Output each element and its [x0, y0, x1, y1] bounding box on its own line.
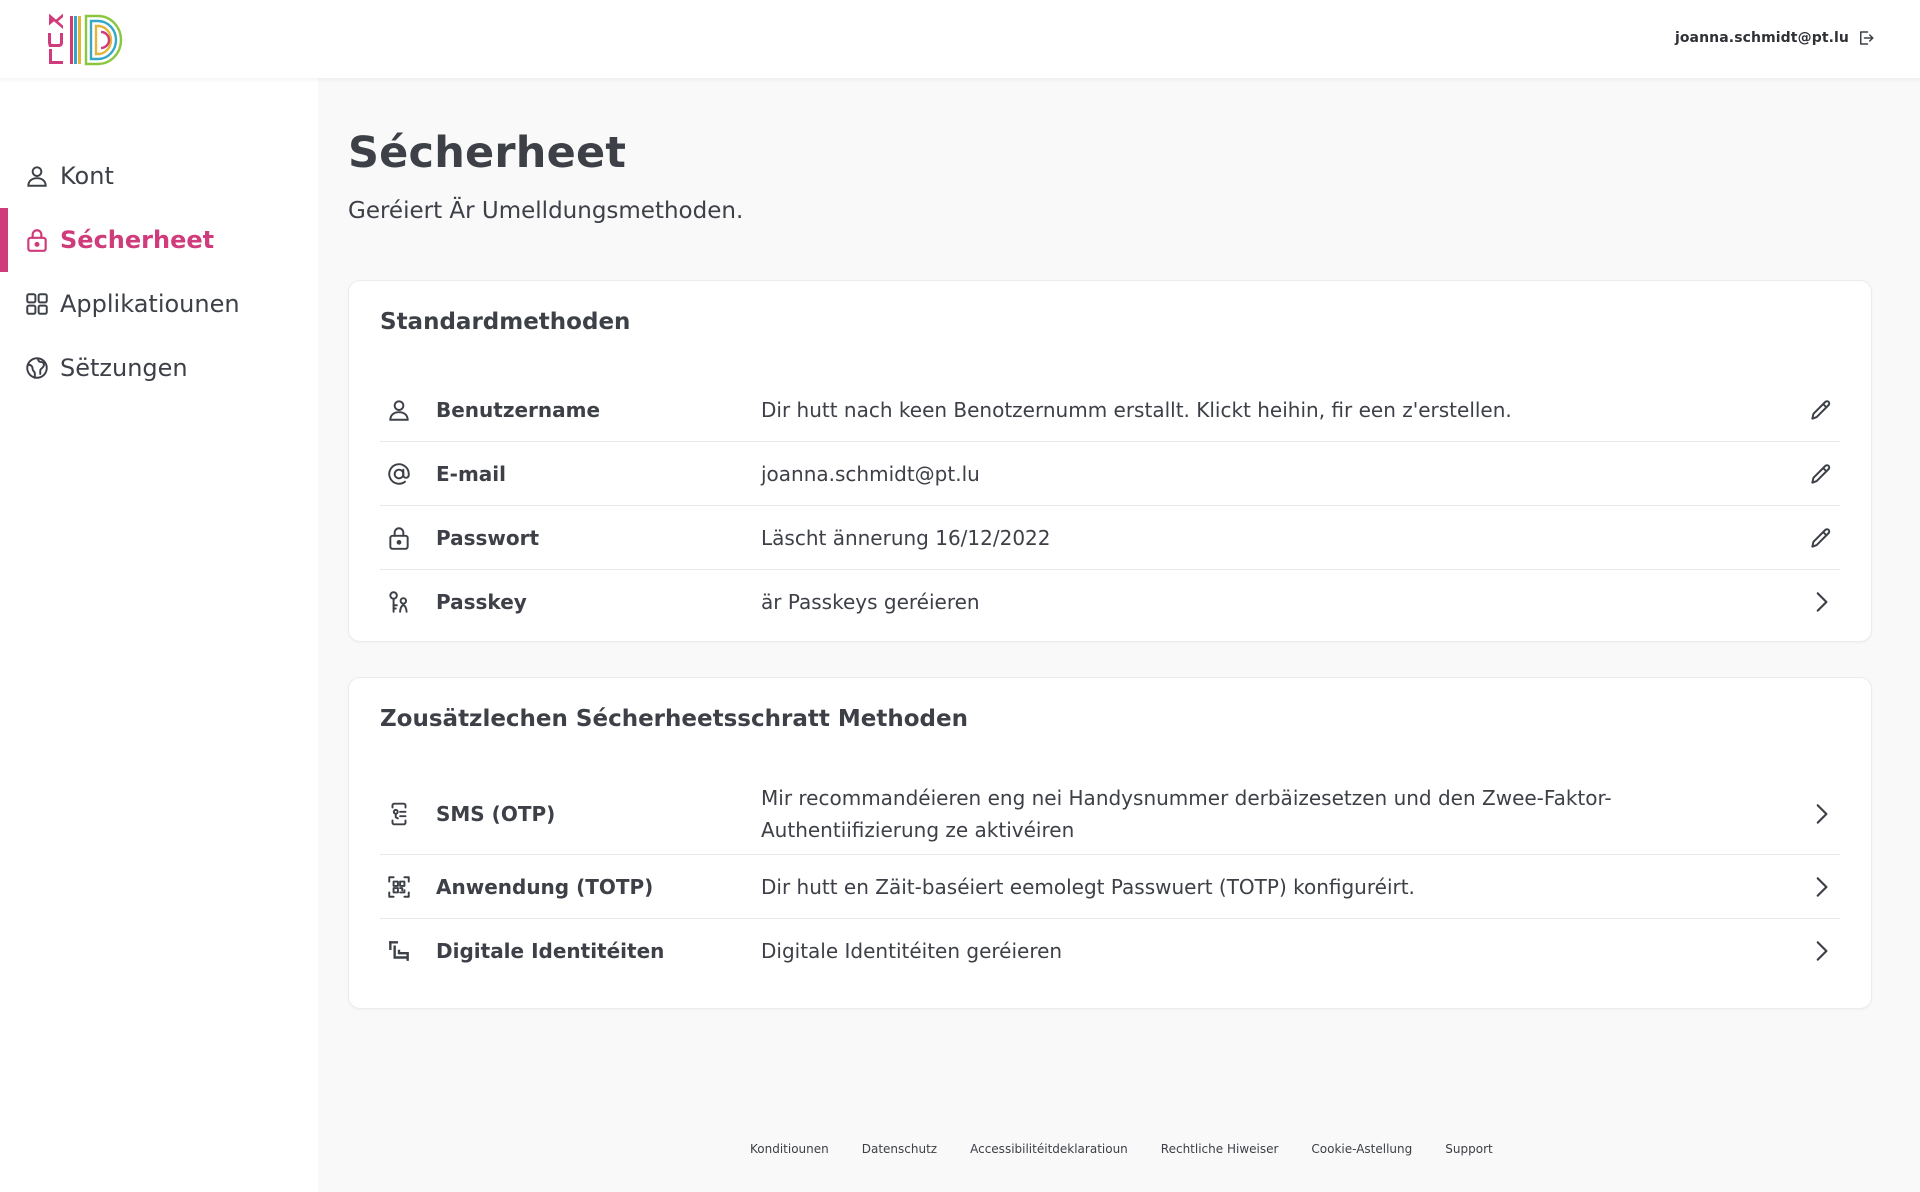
- globe-icon: [24, 355, 50, 381]
- method-label: Benutzername: [436, 397, 601, 422]
- method-row-email[interactable]: E-mail joanna.schmidt@pt.lu: [380, 442, 1840, 506]
- method-label: E-mail: [436, 461, 507, 486]
- method-label: Passwort: [436, 525, 540, 550]
- method-value: Dir hutt en Zäit-baséiert eemolegt Passw…: [761, 874, 1415, 899]
- passkey-icon: [386, 589, 412, 615]
- grid-icon: [24, 291, 50, 317]
- chevron-right-icon[interactable]: [1806, 587, 1836, 617]
- method-label: Passkey: [436, 589, 527, 614]
- method-value: Läscht ännerung 16/12/2022: [761, 525, 1051, 550]
- top-header: joanna.schmidt@pt.lu: [0, 0, 1920, 78]
- method-row-password[interactable]: Passwort Läscht ännerung 16/12/2022: [380, 506, 1840, 570]
- method-value: Dir hutt nach keen Benotzernumm erstallt…: [761, 397, 1512, 422]
- chevron-right-icon[interactable]: [1806, 872, 1836, 902]
- lock-icon: [386, 525, 412, 551]
- sidebar-item-setzungen[interactable]: Sëtzungen: [0, 336, 318, 400]
- sidebar-item-kont[interactable]: Kont: [0, 144, 318, 208]
- footer-link-accessibility[interactable]: Accessibilitéitdeklaratioun: [970, 1142, 1128, 1156]
- footer-link-support[interactable]: Support: [1445, 1142, 1492, 1156]
- method-value: joanna.schmidt@pt.lu: [761, 461, 980, 486]
- method-value: Digitale Identitéiten geréieren: [761, 938, 1063, 963]
- page-subtitle: Geréiert Är Umelldungsmethoden.: [348, 198, 744, 224]
- sidebar-item-applikatiounen[interactable]: Applikatiounen: [0, 272, 318, 336]
- sidebar-item-label: Kont: [60, 162, 114, 190]
- footer-link-konditiounen[interactable]: Konditiounen: [750, 1142, 829, 1156]
- sidebar-nav: Kont Sécherheet Applikatiounen Sëtzungen: [0, 144, 318, 400]
- additional-methods-card: Zousätzlechen Sécherheetsschratt Methode…: [348, 677, 1872, 1009]
- method-value: är Passkeys geréieren: [761, 589, 980, 614]
- digital-id-icon: [386, 938, 412, 964]
- edit-icon[interactable]: [1806, 459, 1836, 489]
- footer-link-legal[interactable]: Rechtliche Hiweiser: [1161, 1142, 1279, 1156]
- method-row-passkey[interactable]: Passkey är Passkeys geréieren: [380, 570, 1840, 633]
- method-value: Mir recommandéieren eng nei Handysnummer…: [761, 786, 1612, 842]
- footer-links: Konditiounen Datenschutz Accessibilitéit…: [750, 1142, 1493, 1156]
- user-icon: [386, 397, 412, 423]
- method-label: Digitale Identitéiten: [436, 938, 665, 963]
- sidebar-item-secherheet[interactable]: Sécherheet: [0, 208, 318, 272]
- card-title: Zousätzlechen Sécherheetsschratt Methode…: [380, 706, 968, 732]
- method-row-username[interactable]: Benutzername Dir hutt nach keen Benotzer…: [380, 378, 1840, 442]
- standard-methods-card: Standardmethoden Benutzername Dir hutt n…: [348, 280, 1872, 642]
- method-row-sms-otp[interactable]: SMS (OTP) Mir recommandéieren eng nei Ha…: [380, 774, 1840, 855]
- sidebar-item-label: Sécherheet: [60, 226, 215, 254]
- logout-icon[interactable]: [1857, 29, 1875, 47]
- edit-icon[interactable]: [1806, 523, 1836, 553]
- page-title: Sécherheet: [348, 128, 627, 178]
- edit-icon[interactable]: [1806, 395, 1836, 425]
- lock-icon: [24, 227, 50, 253]
- luxid-logo[interactable]: [46, 14, 138, 66]
- qr-scan-icon: [386, 874, 412, 900]
- method-label: SMS (OTP): [436, 802, 556, 826]
- footer-link-cookies[interactable]: Cookie-Astellung: [1311, 1142, 1412, 1156]
- method-row-totp[interactable]: Anwendung (TOTP) Dir hutt en Zäit-baséie…: [380, 855, 1840, 919]
- sidebar-item-label: Applikatiounen: [60, 290, 240, 318]
- card-title: Standardmethoden: [380, 309, 631, 335]
- method-row-digital-identities[interactable]: Digitale Identitéiten Digitale Identitéi…: [380, 919, 1840, 982]
- phone-otp-icon: [386, 801, 412, 827]
- user-icon: [24, 163, 50, 189]
- sidebar: Kont Sécherheet Applikatiounen Sëtzungen: [0, 78, 318, 1192]
- chevron-right-icon[interactable]: [1806, 936, 1836, 966]
- chevron-right-icon[interactable]: [1806, 799, 1836, 829]
- footer-link-datenschutz[interactable]: Datenschutz: [862, 1142, 937, 1156]
- method-label: Anwendung (TOTP): [436, 874, 654, 899]
- user-email[interactable]: joanna.schmidt@pt.lu: [1675, 30, 1849, 46]
- sidebar-item-label: Sëtzungen: [60, 354, 188, 382]
- at-icon: [386, 461, 412, 487]
